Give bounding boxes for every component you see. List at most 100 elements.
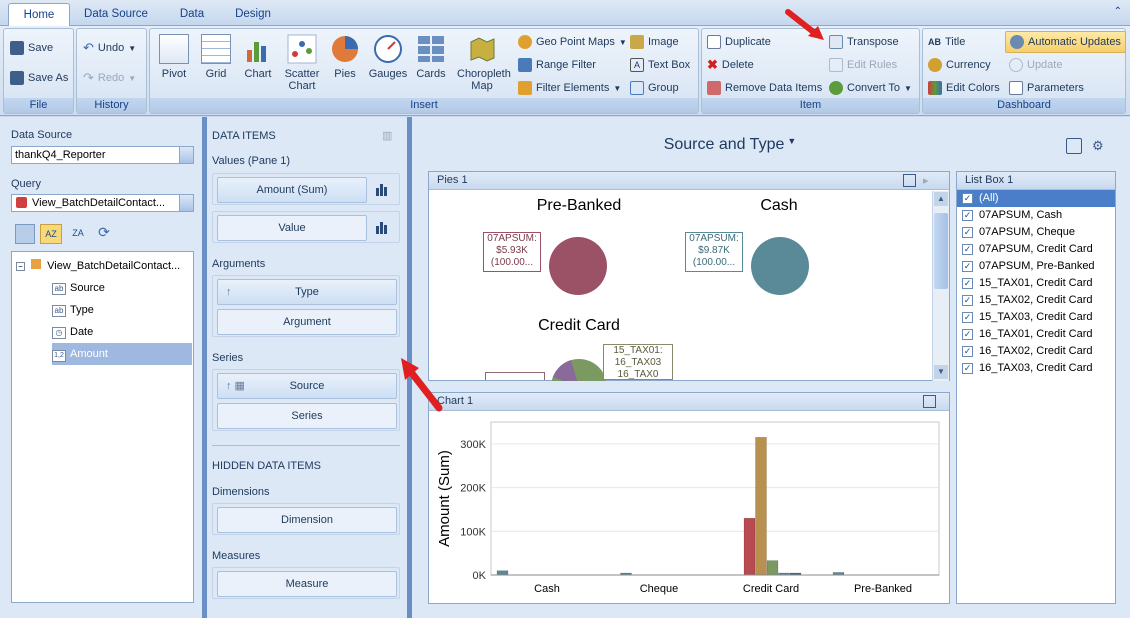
field-type[interactable]: ab Type [52, 299, 192, 321]
amount-sum-item[interactable]: Amount (Sum) [217, 177, 367, 203]
chevron-up-icon[interactable]: ▲ [934, 192, 948, 206]
checkbox[interactable]: ✓ [962, 346, 973, 357]
checkbox[interactable]: ✓ [962, 261, 973, 272]
collapse-ribbon-icon[interactable]: ⌃ [1114, 6, 1122, 17]
checkbox[interactable]: ✓ [962, 210, 973, 221]
add-pane-icon[interactable]: ▥ [382, 129, 400, 143]
bar-chart-icon[interactable] [375, 182, 389, 196]
dashboard-title[interactable]: Source and Type ▼ [560, 136, 900, 154]
group-button[interactable]: Group [630, 79, 679, 97]
field-source[interactable]: ab Source [52, 277, 192, 299]
pie-cash[interactable] [751, 237, 809, 295]
bar[interactable] [766, 560, 779, 576]
export-icon[interactable] [903, 174, 916, 187]
checkbox[interactable]: ✓ [962, 363, 973, 374]
list-box-item[interactable]: ✓ 07APSUM, Cash [957, 207, 1115, 224]
list-box-item[interactable]: ✓ 07APSUM, Pre-Banked [957, 258, 1115, 275]
sort-az-button[interactable]: AZ [40, 224, 62, 244]
pie-credit-card[interactable] [549, 357, 609, 381]
series-placeholder[interactable]: Series [217, 403, 397, 429]
transpose-button[interactable]: Transpose [829, 33, 899, 51]
tab-data[interactable]: Data [162, 3, 222, 26]
tab-data-source[interactable]: Data Source [72, 3, 160, 26]
data-source-combo[interactable]: thankQ4_Reporter [11, 146, 194, 164]
chevron-down-icon[interactable] [179, 195, 193, 211]
argument-placeholder[interactable]: Argument [217, 309, 397, 335]
cards-button[interactable]: Cards [413, 34, 449, 80]
query-combo[interactable]: View_BatchDetailContact... [11, 194, 194, 212]
checkbox[interactable]: ✓ [962, 193, 973, 204]
field-date[interactable]: ◷ Date [52, 321, 192, 343]
pie-pre-banked[interactable] [549, 237, 607, 295]
range-filter-button[interactable]: Range Filter [518, 56, 596, 74]
redo-button[interactable]: ↷ Redo ▼ [83, 69, 136, 87]
export-icon[interactable] [1066, 138, 1082, 154]
collapse-icon[interactable]: − [16, 262, 25, 271]
field-amount[interactable]: 1,2 Amount [52, 343, 192, 365]
gauges-button[interactable]: Gauges [367, 34, 409, 80]
group-by-type-button[interactable] [15, 224, 35, 244]
convert-to-button[interactable]: Convert To ▼ [829, 79, 912, 97]
checkbox[interactable]: ✓ [962, 295, 973, 306]
scrollbar-thumb[interactable] [934, 213, 948, 289]
update-button[interactable]: Update [1009, 56, 1062, 74]
bar-chart-icon[interactable] [375, 220, 389, 234]
tab-design[interactable]: Design [222, 3, 284, 26]
save-button[interactable]: Save [10, 39, 53, 57]
list-box-item[interactable]: ✓ 07APSUM, Credit Card [957, 241, 1115, 258]
tree-root[interactable]: − View_BatchDetailContact... [16, 255, 180, 277]
list-box-item[interactable]: ✓ (All) [957, 190, 1115, 207]
list-box-item[interactable]: ✓ 15_TAX01, Credit Card [957, 275, 1115, 292]
list-box-item[interactable]: ✓ 16_TAX02, Credit Card [957, 343, 1115, 360]
source-series-item[interactable]: ↑ ▦ Source [217, 373, 397, 399]
maximize-icon[interactable]: ▸ [923, 174, 935, 187]
text-box-button[interactable]: A Text Box [630, 56, 690, 74]
plot-area[interactable] [490, 421, 940, 576]
save-as-button[interactable]: Save As [10, 69, 68, 87]
dimension-placeholder[interactable]: Dimension [217, 507, 397, 533]
filter-elements-button[interactable]: Filter Elements ▼ [518, 79, 621, 97]
undo-button[interactable]: ↶ Undo ▼ [83, 39, 136, 57]
checkbox[interactable]: ✓ [962, 227, 973, 238]
export-icon[interactable] [923, 395, 936, 408]
list-box-item[interactable]: ✓ 16_TAX03, Credit Card [957, 360, 1115, 377]
type-argument-item[interactable]: ↑ Type [217, 279, 397, 305]
delete-button[interactable]: ✖ Delete [707, 56, 754, 74]
bar[interactable] [496, 570, 509, 576]
edit-colors-button[interactable]: Edit Colors [928, 79, 1000, 97]
duplicate-button[interactable]: Duplicate [707, 33, 771, 51]
parameters-button[interactable]: Parameters [1009, 79, 1084, 97]
list-box-item[interactable]: ✓ 15_TAX02, Credit Card [957, 292, 1115, 309]
remove-data-items-button[interactable]: Remove Data Items [707, 79, 822, 97]
measure-placeholder[interactable]: Measure [217, 571, 397, 597]
sort-za-button[interactable]: ZA [68, 224, 88, 244]
chevron-down-icon[interactable] [179, 147, 193, 163]
title-button[interactable]: AB Title [928, 33, 965, 51]
tab-home[interactable]: Home [8, 3, 70, 26]
refresh-icon[interactable]: ⟳ [94, 224, 114, 244]
geo-point-maps-button[interactable]: Geo Point Maps ▼ [518, 33, 627, 51]
image-button[interactable]: Image [630, 33, 679, 51]
checkbox[interactable]: ✓ [962, 244, 973, 255]
checkbox[interactable]: ✓ [962, 329, 973, 340]
parameters-icon[interactable]: ⚙ [1092, 138, 1110, 154]
scatter-chart-button[interactable]: Scatter Chart [281, 34, 323, 92]
list-box-item[interactable]: ✓ 16_TAX01, Credit Card [957, 326, 1115, 343]
edit-rules-button[interactable]: Edit Rules [829, 56, 897, 74]
filter-icon[interactable]: ▼ [787, 136, 796, 146]
list-box-item[interactable]: ✓ 15_TAX03, Credit Card [957, 309, 1115, 326]
bar[interactable] [743, 517, 756, 576]
checkbox[interactable]: ✓ [962, 278, 973, 289]
pivot-button[interactable]: Pivot [155, 34, 193, 80]
grid-button[interactable]: Grid [197, 34, 235, 80]
bar[interactable] [755, 437, 767, 576]
checkbox[interactable]: ✓ [962, 312, 973, 323]
pies-button[interactable]: Pies [327, 34, 363, 80]
value-placeholder[interactable]: Value [217, 215, 367, 241]
chart-button[interactable]: Chart [239, 34, 277, 80]
automatic-updates-toggle[interactable]: Automatic Updates [1005, 31, 1126, 53]
pies-scrollbar[interactable]: ▲ ▼ [932, 191, 949, 381]
list-box-item[interactable]: ✓ 07APSUM, Cheque [957, 224, 1115, 241]
choropleth-map-button[interactable]: Choropleth Map [452, 34, 512, 92]
currency-button[interactable]: Currency [928, 56, 991, 74]
